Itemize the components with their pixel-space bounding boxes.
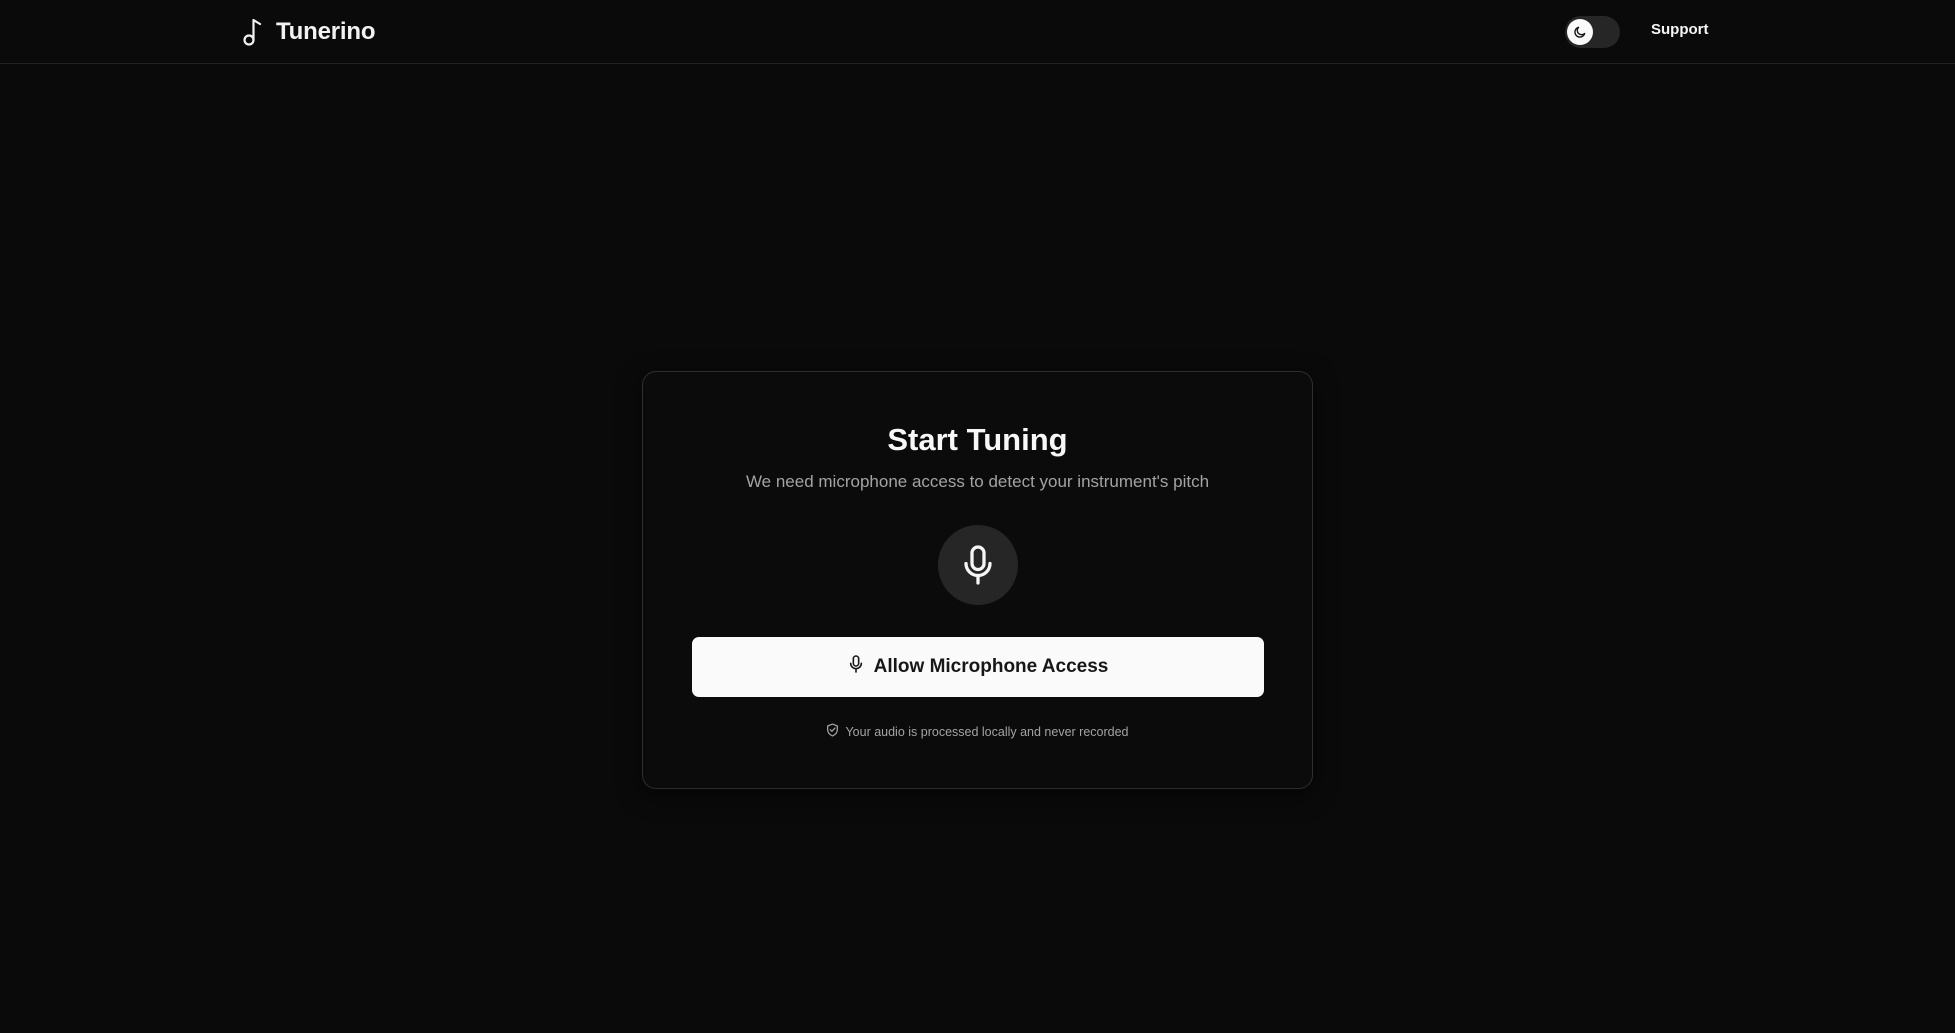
allow-microphone-button[interactable]: Allow Microphone Access [692,637,1264,697]
privacy-text: Your audio is processed locally and neve… [845,724,1129,739]
microphone-icon [848,654,864,680]
theme-toggle-switch[interactable] [1565,16,1620,48]
card-subtitle: We need microphone access to detect your… [745,472,1210,491]
top-navbar: Tunerino Support [0,0,1955,64]
start-tuning-card: Start Tuning We need microphone access t… [642,371,1313,789]
moon-icon [1567,19,1593,45]
support-link[interactable]: Support [1651,21,1709,38]
microphone-icon [938,525,1018,605]
music-note-icon [240,17,268,47]
card-title: Start Tuning [887,422,1068,457]
brand-logo-link[interactable]: Tunerino [240,14,375,50]
allow-microphone-label: Allow Microphone Access [873,656,1109,677]
brand-name: Tunerino [276,18,376,45]
shield-check-icon [826,723,839,740]
privacy-note: Your audio is processed locally and neve… [643,723,1312,740]
